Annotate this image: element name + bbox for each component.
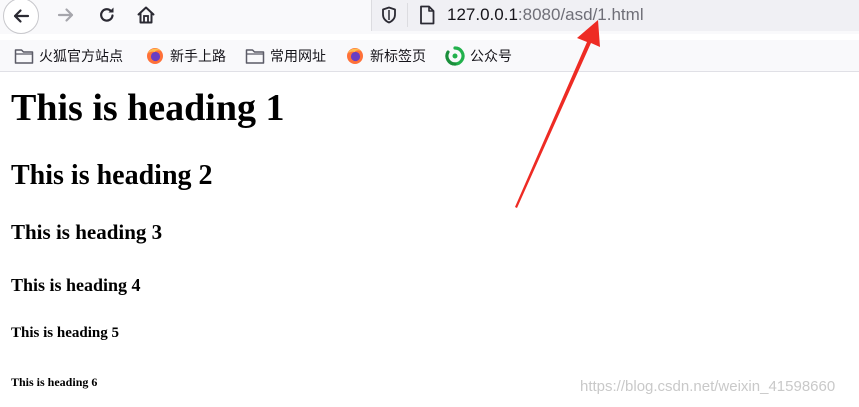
heading-5: This is heading 5 (11, 325, 119, 341)
heading-2: This is heading 2 (11, 160, 213, 191)
navigation-toolbar: 127.0.0.1:8080/asd/1.html (0, 0, 859, 34)
folder-icon (245, 46, 265, 66)
site-info-button[interactable] (416, 4, 438, 26)
heading-4: This is heading 4 (11, 275, 141, 295)
url-text[interactable]: 127.0.0.1:8080/asd/1.html (447, 4, 644, 26)
url-host: 127.0.0.1 (447, 5, 518, 24)
reload-icon (100, 7, 114, 22)
bookmark-label: 公众号 (470, 49, 512, 65)
watermark: https://blog.csdn.net/weixin_41598660 (580, 378, 836, 395)
bookmark-new-tab[interactable]: 新标签页 (345, 44, 426, 68)
bookmark-label: 新手上路 (170, 49, 226, 65)
forward-button[interactable] (51, 0, 81, 30)
bookmark-official-account[interactable]: 公众号 (445, 44, 512, 68)
arrow-left-icon (13, 9, 30, 23)
bookmark-label: 常用网址 (270, 49, 326, 65)
heading-6: This is heading 6 (11, 375, 98, 389)
bookmark-label: 新标签页 (370, 49, 426, 65)
wechat-icon (445, 46, 465, 66)
heading-1: This is heading 1 (11, 87, 285, 129)
urlbar-divider (407, 3, 408, 27)
page-icon (420, 5, 435, 25)
bookmark-label: 火狐官方站点 (39, 49, 123, 65)
bookmark-getting-started[interactable]: 新手上路 (145, 44, 226, 68)
firefox-icon (145, 46, 165, 66)
home-icon (137, 6, 155, 24)
bookmarks-toolbar: 火狐官方站点 新手上路 常用网址 新标签页 公众号 (0, 40, 859, 72)
bookmark-common-sites[interactable]: 常用网址 (245, 44, 326, 68)
firefox-icon (345, 46, 365, 66)
back-button[interactable] (3, 0, 39, 34)
url-path: :8080/asd/1.html (517, 5, 644, 24)
folder-icon (14, 46, 34, 66)
home-button[interactable] (131, 0, 161, 30)
arrow-right-icon (57, 8, 74, 22)
bookmark-firefox-official-sites[interactable]: 火狐官方站点 (14, 44, 123, 68)
page-content: This is heading 1 This is heading 2 This… (0, 73, 859, 407)
tracking-protection-button[interactable] (378, 4, 400, 26)
reload-button[interactable] (92, 0, 122, 30)
shield-icon (382, 6, 396, 24)
heading-3: This is heading 3 (11, 220, 163, 244)
